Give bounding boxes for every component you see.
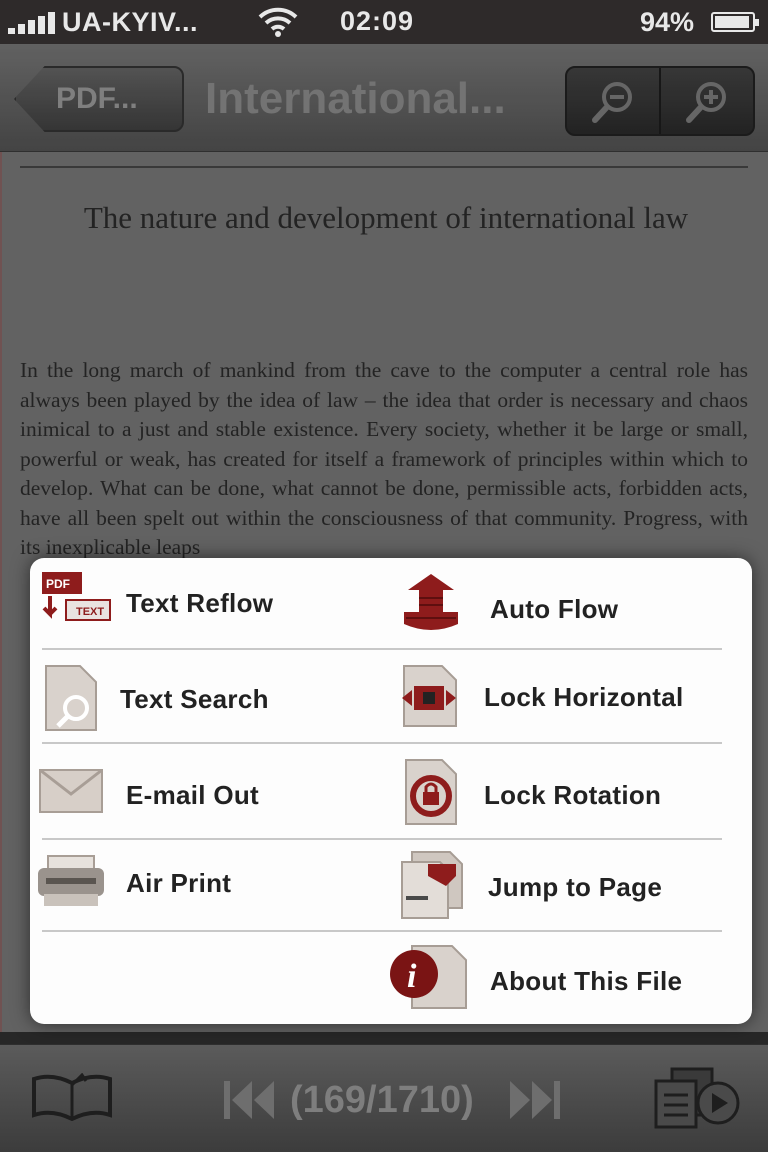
lock-horizontal-icon (402, 665, 457, 727)
carrier-name: UA-KYIV... (62, 7, 199, 37)
menu-divider (42, 648, 722, 650)
menu-item-text-reflow[interactable]: PDF TEXT Text Reflow (36, 564, 376, 644)
battery-icon (711, 12, 759, 32)
menu-item-lock-horizontal[interactable]: Lock Horizontal (396, 654, 746, 740)
slideshow-icon[interactable] (652, 1067, 742, 1131)
menu-label: Text Search (120, 684, 269, 714)
menu-item-lock-rotation[interactable]: Lock Rotation (396, 748, 746, 836)
menu-label: Jump to Page (488, 872, 663, 902)
menu-label: About This File (490, 966, 683, 996)
menu-item-about-this-file[interactable]: i About This File (380, 934, 746, 1018)
last-page-icon[interactable] (508, 1077, 562, 1123)
menu-label: Lock Horizontal (484, 682, 684, 712)
document-search-icon (45, 665, 97, 731)
menu-label: E-mail Out (126, 780, 260, 810)
menu-item-air-print[interactable]: Air Print (36, 842, 376, 928)
clock: 02:09 (340, 6, 415, 36)
lock-rotation-icon (405, 759, 457, 825)
menu-label: Lock Rotation (484, 780, 662, 810)
envelope-icon (39, 768, 103, 813)
menu-divider (42, 838, 722, 840)
first-page-icon[interactable] (222, 1077, 276, 1123)
status-bar: UA-KYIV... 02:09 94% (0, 0, 768, 44)
bottom-toolbar: (169/1710) (0, 1044, 768, 1152)
svg-text:TEXT: TEXT (76, 606, 104, 618)
svg-text:i: i (407, 958, 417, 995)
battery-percent: 94% (640, 7, 695, 37)
menu-item-text-search[interactable]: Text Search (36, 654, 376, 740)
menu-label: Air Print (126, 868, 232, 898)
info-icon: i (390, 945, 467, 1009)
menu-divider (42, 742, 722, 744)
svg-text:PDF: PDF (46, 577, 70, 591)
page-indicator: (169/1710) (290, 1079, 474, 1121)
printer-icon (38, 855, 104, 906)
pdf-to-text-icon: PDF TEXT (42, 572, 111, 621)
open-book-icon[interactable] (30, 1073, 114, 1121)
wifi-icon (258, 7, 298, 37)
menu-item-email-out[interactable]: E-mail Out (36, 748, 376, 836)
options-menu: PDF TEXT Text Reflow Auto Flow Text Sear… (30, 558, 752, 1024)
menu-divider (42, 930, 722, 932)
menu-label: Auto Flow (490, 594, 619, 624)
auto-flow-icon (404, 574, 458, 630)
jump-page-icon (401, 851, 463, 919)
menu-item-auto-flow[interactable]: Auto Flow (396, 564, 746, 644)
signal-strength-icon (8, 12, 58, 34)
menu-label: Text Reflow (126, 588, 274, 618)
menu-item-jump-to-page[interactable]: Jump to Page (396, 842, 746, 928)
